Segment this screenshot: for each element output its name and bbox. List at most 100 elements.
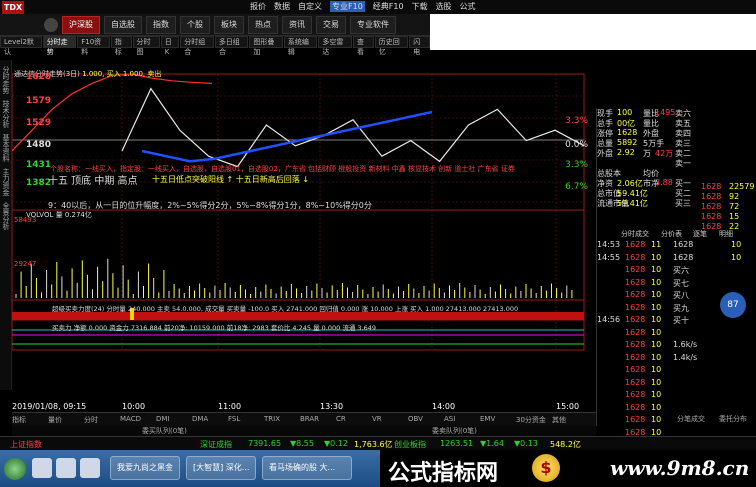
toolbar-button[interactable]: 板块	[214, 15, 244, 34]
view-tab[interactable]: 分时走势	[42, 36, 77, 56]
view-tab[interactable]: 分时组合	[180, 36, 214, 56]
view-tab[interactable]: 日K	[160, 36, 180, 56]
quote-row: 总量 5892 5万手 卖三	[597, 138, 756, 148]
tick-row: 1628 10	[597, 290, 667, 303]
tick-cell: 10	[651, 415, 662, 424]
side-tab[interactable]: 分时走势	[1, 66, 11, 94]
banner-url: www.9m8.cn	[610, 456, 750, 480]
view-tab[interactable]: 查看	[352, 36, 374, 56]
tick-cell: 1628	[625, 352, 646, 362]
side-tab[interactable]: 主力资金	[1, 168, 11, 196]
order-book-row: 1628 22	[597, 222, 756, 232]
indicator-tab[interactable]: 量价	[48, 415, 62, 425]
indicator-tab[interactable]: 分时	[84, 415, 98, 425]
index-pct: ▼0.13	[514, 439, 538, 448]
tick-row: 1628 10	[597, 328, 667, 341]
index-name[interactable]: 深证成指	[200, 439, 232, 450]
panel-footer-tab[interactable]: 分笔成交	[677, 414, 705, 424]
tick-row: 1628 10	[597, 390, 667, 403]
indicator-tab[interactable]: 30分资金	[516, 415, 546, 425]
menu-item[interactable]: 数据	[274, 1, 290, 12]
menu-item[interactable]: 报价	[250, 1, 266, 12]
toolbar-button[interactable]: 个股	[180, 15, 210, 34]
view-tab[interactable]: 闪电	[409, 36, 430, 56]
menu-item[interactable]: 经典F10	[373, 1, 404, 12]
indicator-tab[interactable]: TRIX	[264, 415, 280, 423]
indicator-tab[interactable]: EMV	[480, 415, 495, 423]
indicator-tab[interactable]: DMA	[192, 415, 208, 423]
sell-queue[interactable]: 委卖队列(0笔)	[432, 426, 477, 436]
toolbar-button[interactable]: 交易	[316, 15, 346, 34]
view-tab[interactable]: 历史回忆	[374, 36, 409, 56]
tick-cell: 1628	[625, 302, 646, 312]
menu-item[interactable]: 选股	[436, 1, 452, 12]
time-label: 13:30	[320, 402, 344, 411]
tick-row: 1628 10	[597, 403, 667, 416]
indicator-tab[interactable]: 其他	[552, 415, 566, 425]
app-icon[interactable]	[32, 458, 52, 478]
tick-row: 1628 10	[597, 365, 667, 378]
intraday-chart[interactable]: 通达信分时走势(3日) 1.000, 买入 1.000, 卖出 1628 157…	[12, 60, 596, 402]
index-name[interactable]: 创业板指	[394, 439, 426, 450]
view-tab[interactable]: 多空雷达	[318, 36, 352, 56]
menu-item[interactable]: 专业F10	[330, 1, 365, 12]
indicator-tab[interactable]: MACD	[120, 415, 141, 423]
book-price: 1628	[701, 222, 722, 231]
view-tab[interactable]: 分时图	[132, 36, 160, 56]
view-tab[interactable]: 图形叠加	[249, 36, 283, 56]
menu-item[interactable]: 下载	[412, 1, 428, 12]
indicator-tab[interactable]: BRAR	[300, 415, 319, 423]
taskbar-button[interactable]: 看马场确的股 大...	[262, 456, 352, 480]
toolbar-button[interactable]: 沪深股	[62, 15, 100, 34]
toolbar-button[interactable]: 指数	[146, 15, 176, 34]
view-tab[interactable]: 多日组合	[214, 36, 249, 56]
ladder-cell: 1628	[673, 240, 694, 249]
price-series-line	[121, 87, 585, 168]
ladder-row: 1628 10	[671, 253, 756, 266]
tick-cell: 10	[651, 265, 662, 274]
menu-item[interactable]: 公式	[460, 1, 476, 12]
indicator-label: 买卖力 净额 0.000 资金力 7316.884 前20净: 10159.00…	[52, 324, 376, 332]
watermark-banner: 公式指标网 $ www.9m8.cn	[380, 450, 756, 487]
taskbar-button[interactable]: [大智慧] 深化...	[186, 456, 256, 480]
taskbar-button[interactable]: 我爱九尚之黑金	[110, 456, 180, 480]
view-tab[interactable]: 指标	[110, 36, 132, 56]
back-icon[interactable]	[44, 17, 58, 32]
side-tab[interactable]: 全景分析	[1, 202, 11, 230]
index-name[interactable]: 上证指数	[10, 439, 42, 450]
menu-item[interactable]: 自定义	[298, 1, 322, 12]
toolbar-button[interactable]: 热点	[248, 15, 278, 34]
quote-cell: 1495	[655, 108, 676, 117]
pct-label: 3.3%	[565, 116, 588, 126]
side-tab[interactable]: 基本资料	[1, 134, 11, 162]
zoom-indicator[interactable]: 87	[720, 292, 746, 318]
price-label: 1431	[26, 160, 52, 170]
toolbar-button[interactable]: 专业软件	[350, 15, 396, 34]
ladder-row	[671, 328, 756, 341]
indicator-tab[interactable]: OBV	[408, 415, 423, 423]
tick-row: 14:56 1628 10	[597, 315, 667, 328]
side-tab[interactable]: 技术分析	[1, 100, 11, 128]
banner-title: 公式指标网	[388, 461, 499, 486]
ladder-cell: 买七	[673, 278, 689, 288]
indicator-tab[interactable]: ASI	[444, 415, 455, 423]
toolbar-button[interactable]: 资讯	[282, 15, 312, 34]
start-button[interactable]	[4, 458, 26, 480]
indicator-tab[interactable]: VR	[372, 415, 382, 423]
view-tab[interactable]: F10资料	[77, 36, 110, 56]
time-axis: 2019/01/08, 09:15 10:00 11:00 13:30 14:0…	[12, 402, 584, 412]
indicator-tab[interactable]: 指标	[12, 415, 26, 425]
app-icon[interactable]	[80, 458, 100, 478]
view-tab[interactable]: 系统编辑	[283, 36, 318, 56]
buy-queue[interactable]: 委买队列(0笔)	[142, 426, 187, 436]
indicator-tab[interactable]: CR	[336, 415, 346, 423]
app-icon[interactable]	[56, 458, 76, 478]
indicator-tab[interactable]: FSL	[228, 415, 240, 423]
panel-footer-tab[interactable]: 委托分布	[719, 414, 747, 424]
toolbar-button[interactable]: 自选股	[104, 15, 142, 34]
tick-cell: 10	[651, 352, 662, 362]
index-turnover: 1,763.6亿	[354, 440, 393, 449]
view-tab[interactable]: Level2默认	[0, 36, 42, 56]
indicator-tab[interactable]: DMI	[156, 415, 170, 423]
tick-cell: 1628	[625, 327, 646, 337]
